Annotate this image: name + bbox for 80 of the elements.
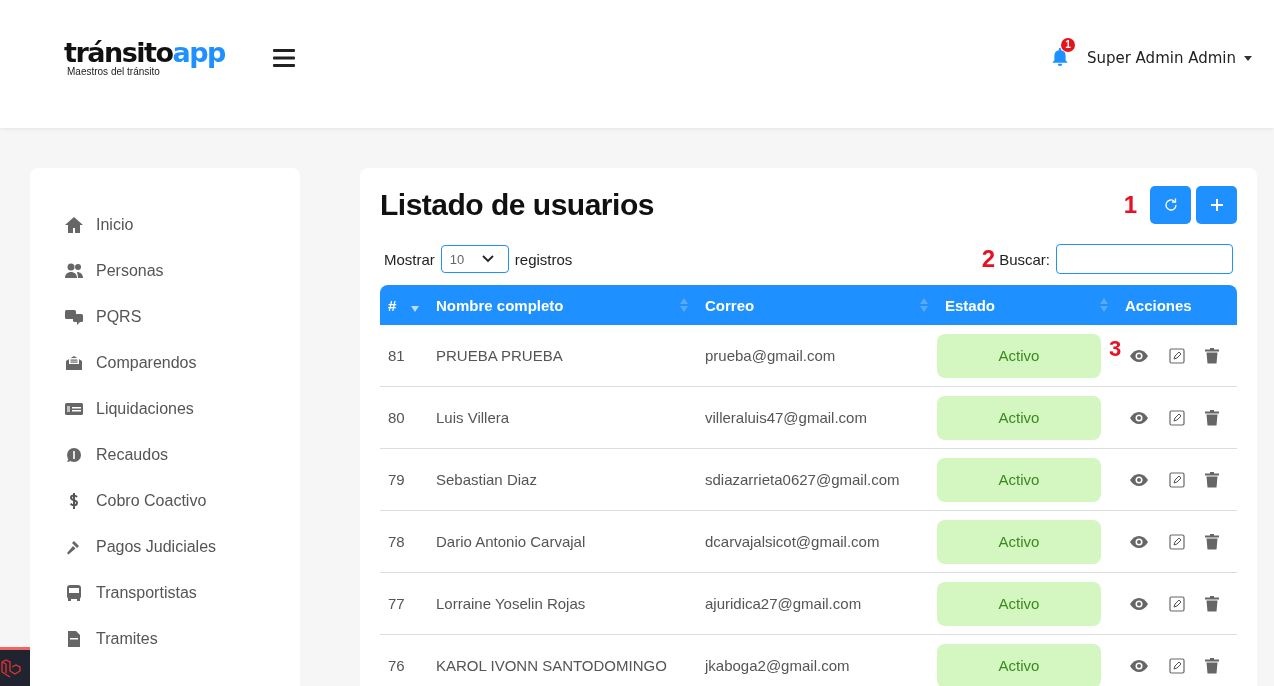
sidebar-item[interactable]: Comparendos — [30, 340, 300, 386]
annotation-number: 2 — [981, 245, 996, 273]
status-label: Activo — [937, 519, 1101, 564]
status-label: Activo — [937, 395, 1101, 440]
caret-icon — [1244, 55, 1252, 61]
sidebar-item[interactable]: Personas — [30, 248, 300, 294]
bell-icon — [1050, 48, 1069, 66]
table-cell-text: 78 — [387, 533, 406, 550]
trash-icon[interactable] — [1205, 595, 1219, 612]
edit-icon[interactable] — [1169, 533, 1185, 550]
refresh-icon — [1162, 197, 1179, 213]
search-field[interactable] — [1056, 244, 1233, 274]
page-size-select[interactable]: 10 — [440, 245, 509, 273]
chevron-down-icon — [481, 255, 494, 263]
table-cell-text: sdiazarrieta0627@gmail.com — [704, 471, 901, 488]
table-cell-text: dcarvajalsicot@gmail.com — [704, 533, 881, 550]
trash-icon[interactable] — [1205, 533, 1219, 550]
notification-count: 1 — [1060, 38, 1075, 52]
table-cell-text: 79 — [387, 471, 406, 488]
chat-icon — [64, 308, 84, 326]
status-label: Activo — [937, 581, 1101, 626]
table-cell-text: Dario Antonio Carvajal — [435, 533, 587, 550]
sidebar-item[interactable]: Recaudos — [30, 432, 300, 478]
eye-icon[interactable] — [1129, 534, 1149, 549]
sidebar-item[interactable]: Inicio — [30, 202, 300, 248]
table-cell-text: Lorraine Yoselin Rojas — [435, 595, 587, 612]
menu-icon[interactable] — [272, 49, 295, 67]
bus-icon — [64, 584, 84, 602]
show-label: Mostrar — [384, 250, 435, 268]
user-menu[interactable]: Super Admin Admin — [1086, 49, 1252, 67]
eye-icon[interactable] — [1129, 658, 1149, 673]
status-label: Activo — [937, 643, 1101, 686]
notifications-button[interactable]: 1 — [1050, 38, 1077, 66]
home-icon — [64, 216, 84, 234]
edit-icon[interactable] — [1169, 657, 1185, 674]
annotation-number: 3 — [1109, 335, 1122, 362]
trash-icon[interactable] — [1205, 657, 1219, 674]
trash-icon[interactable] — [1205, 471, 1219, 488]
table-cell-text: 81 — [387, 347, 406, 364]
annotation-number: 1 — [1123, 191, 1137, 219]
eye-icon[interactable] — [1129, 596, 1149, 611]
table-cell-text: 80 — [387, 409, 406, 426]
status-label: Activo — [937, 457, 1101, 502]
table-cell-text: villeraluis47@gmail.com — [704, 409, 868, 426]
people-icon — [64, 262, 84, 280]
table-cell-text: prueba@gmail.com — [704, 347, 837, 364]
plus-icon — [1208, 197, 1225, 213]
card-icon — [64, 400, 84, 418]
search-label: Buscar: — [999, 250, 1050, 268]
add-button[interactable] — [1196, 186, 1237, 224]
envelope-icon — [64, 354, 84, 372]
records-label: registros — [514, 250, 573, 268]
debug-bar[interactable] — [0, 647, 30, 686]
table-cell-text: KAROL IVONN SANTODOMINGO — [435, 657, 668, 674]
edit-icon[interactable] — [1169, 347, 1185, 364]
sidebar-item[interactable]: Cobro Coactivo — [30, 478, 300, 524]
sidebar-item[interactable]: PQRS — [30, 294, 300, 340]
status-label: Activo — [937, 333, 1101, 378]
edit-icon[interactable] — [1169, 471, 1185, 488]
logo[interactable]: tránsitoapp Maestros del tránsito — [64, 39, 225, 77]
refresh-button[interactable] — [1150, 186, 1191, 224]
trash-icon[interactable] — [1205, 409, 1219, 426]
table-cell-text: ajuridica27@gmail.com — [704, 595, 863, 612]
table-cell-text: Sebastian Diaz — [435, 471, 538, 488]
table-cell-text: 77 — [387, 595, 406, 612]
eye-icon[interactable] — [1129, 348, 1149, 363]
eye-icon[interactable] — [1129, 410, 1149, 425]
sidebar-item[interactable]: Tramites — [30, 616, 300, 662]
trash-icon[interactable] — [1205, 347, 1219, 364]
sidebar-item[interactable]: Transportistas — [30, 570, 300, 616]
eye-icon[interactable] — [1129, 472, 1149, 487]
edit-icon[interactable] — [1169, 595, 1185, 612]
table-cell-text: jkaboga2@gmail.com — [703, 657, 851, 674]
table-cell-text: 76 — [387, 657, 406, 674]
table-cell-text: Luis Villera — [435, 409, 511, 426]
page-title: Listado de usuarios — [380, 188, 654, 222]
table-cell-text: PRUEBA PRUEBA — [435, 347, 564, 364]
sidebar-item[interactable]: Pagos Judiciales — [30, 524, 300, 570]
edit-icon[interactable] — [1169, 409, 1185, 426]
sidebar-item[interactable]: Liquidaciones — [30, 386, 300, 432]
